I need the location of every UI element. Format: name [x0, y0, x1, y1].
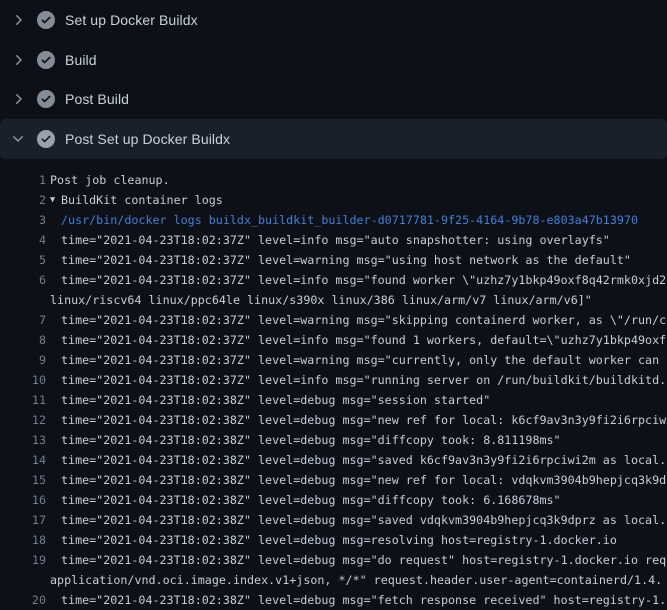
log-line-number[interactable]: 10 — [0, 370, 46, 390]
log-line[interactable]: 15 time="2021-04-23T18:02:38Z" level=deb… — [0, 470, 667, 490]
log-line-text: linux/riscv64 linux/ppc64le linux/s390x … — [50, 290, 592, 310]
step-title: Post Set up Docker Buildx — [65, 131, 230, 147]
check-circle-icon — [37, 130, 55, 148]
log-line-text: Post job cleanup. — [50, 170, 170, 190]
log-line-number[interactable]: 12 — [0, 410, 46, 430]
log-panel: 1 Post job cleanup. 2 ▼ BuildKit contain… — [0, 159, 667, 610]
log-line-text: BuildKit container logs — [61, 190, 223, 210]
log-line[interactable]: 17 time="2021-04-23T18:02:38Z" level=deb… — [0, 510, 667, 530]
log-line-number[interactable]: 11 — [0, 390, 46, 410]
log-line[interactable]: 8 time="2021-04-23T18:02:37Z" level=info… — [0, 330, 667, 350]
log-line-number[interactable]: 9 — [0, 350, 46, 370]
step-row-post-build[interactable]: Post Build — [0, 79, 667, 119]
log-line-number[interactable]: 1 — [0, 170, 46, 190]
log-line[interactable]: 1 Post job cleanup. — [0, 170, 667, 190]
step-row-build[interactable]: Build — [0, 40, 667, 80]
log-line[interactable]: 11 time="2021-04-23T18:02:38Z" level=deb… — [0, 390, 667, 410]
steps-list: Set up Docker Buildx Build Post Build Po… — [0, 0, 667, 159]
log-line[interactable]: 7 time="2021-04-23T18:02:37Z" level=warn… — [0, 310, 667, 330]
log-line[interactable]: 19 time="2021-04-23T18:02:38Z" level=deb… — [0, 550, 667, 570]
log-group-toggle-icon[interactable]: ▼ — [50, 190, 61, 210]
log-line[interactable]: 4 time="2021-04-23T18:02:37Z" level=info… — [0, 230, 667, 250]
log-line-text: time="2021-04-23T18:02:38Z" level=debug … — [61, 470, 666, 490]
step-row-set-up-docker-buildx[interactable]: Set up Docker Buildx — [0, 0, 667, 40]
log-line-text: /usr/bin/docker logs buildx_buildkit_bui… — [61, 210, 638, 230]
log-line-number[interactable]: 18 — [0, 530, 46, 550]
log-line-text: time="2021-04-23T18:02:38Z" level=debug … — [61, 390, 490, 410]
log-line-number[interactable]: 19 — [0, 550, 46, 570]
log-line[interactable]: 13 time="2021-04-23T18:02:38Z" level=deb… — [0, 430, 667, 450]
log-line[interactable]: application/vnd.oci.image.index.v1+json,… — [0, 570, 667, 590]
log-line[interactable]: 5 time="2021-04-23T18:02:37Z" level=warn… — [0, 250, 667, 270]
log-line-number[interactable] — [0, 290, 46, 310]
log-line-text: time="2021-04-23T18:02:38Z" level=debug … — [61, 490, 561, 510]
log-line-number[interactable]: 16 — [0, 490, 46, 510]
log-line[interactable]: 6 time="2021-04-23T18:02:37Z" level=info… — [0, 270, 667, 290]
log-line[interactable]: 18 time="2021-04-23T18:02:38Z" level=deb… — [0, 530, 667, 550]
log-line-text: time="2021-04-23T18:02:38Z" level=debug … — [61, 410, 666, 430]
log-line-text: time="2021-04-23T18:02:37Z" level=info m… — [61, 330, 666, 350]
log-line[interactable]: 9 time="2021-04-23T18:02:37Z" level=warn… — [0, 350, 667, 370]
check-circle-icon — [37, 51, 55, 69]
log-line[interactable]: 3 /usr/bin/docker logs buildx_buildkit_b… — [0, 210, 667, 230]
log-line[interactable]: 14 time="2021-04-23T18:02:38Z" level=deb… — [0, 450, 667, 470]
log-line-number[interactable]: 7 — [0, 310, 46, 330]
log-line-number[interactable]: 17 — [0, 510, 46, 530]
chevron-right-icon — [10, 12, 26, 28]
log-line-text: time="2021-04-23T18:02:37Z" level=info m… — [61, 230, 610, 250]
log-line-number[interactable]: 3 — [0, 210, 46, 230]
log-line-number[interactable]: 14 — [0, 450, 46, 470]
step-title: Set up Docker Buildx — [65, 12, 198, 28]
log-line[interactable]: linux/riscv64 linux/ppc64le linux/s390x … — [0, 290, 667, 310]
log-line[interactable]: 10 time="2021-04-23T18:02:37Z" level=inf… — [0, 370, 667, 390]
log-line-text: time="2021-04-23T18:02:37Z" level=warnin… — [61, 310, 667, 330]
log-line-text: time="2021-04-23T18:02:37Z" level=warnin… — [61, 250, 631, 270]
step-title: Build — [65, 52, 97, 68]
log-line-text: time="2021-04-23T18:02:37Z" level=info m… — [61, 370, 666, 390]
log-line[interactable]: 2 ▼ BuildKit container logs — [0, 190, 667, 210]
chevron-right-icon — [10, 91, 26, 107]
log-line-text: time="2021-04-23T18:02:38Z" level=debug … — [61, 430, 561, 450]
log-line-number[interactable]: 2 — [0, 190, 46, 210]
log-line-number[interactable]: 13 — [0, 430, 46, 450]
log-line-number[interactable] — [0, 570, 46, 590]
log-line-text: application/vnd.oci.image.index.v1+json,… — [50, 570, 662, 590]
chevron-right-icon — [10, 52, 26, 68]
log-line-number[interactable]: 8 — [0, 330, 46, 350]
log-line-number[interactable]: 5 — [0, 250, 46, 270]
log-line-number[interactable]: 6 — [0, 270, 46, 290]
step-row-post-set-up-docker-buildx[interactable]: Post Set up Docker Buildx — [0, 119, 667, 159]
log-line-text: time="2021-04-23T18:02:38Z" level=debug … — [61, 510, 666, 530]
log-line-text: time="2021-04-23T18:02:38Z" level=debug … — [61, 550, 666, 570]
log-line[interactable]: 16 time="2021-04-23T18:02:38Z" level=deb… — [0, 490, 667, 510]
log-line-text: time="2021-04-23T18:02:37Z" level=warnin… — [61, 350, 659, 370]
log-line-number[interactable]: 4 — [0, 230, 46, 250]
chevron-down-icon — [10, 131, 26, 147]
check-circle-icon — [37, 11, 55, 29]
log-line-text: time="2021-04-23T18:02:38Z" level=debug … — [61, 450, 666, 470]
log-line-number[interactable]: 15 — [0, 470, 46, 490]
log-line[interactable]: 12 time="2021-04-23T18:02:38Z" level=deb… — [0, 410, 667, 430]
log-line-text: time="2021-04-23T18:02:37Z" level=info m… — [61, 270, 666, 290]
log-line-text: time="2021-04-23T18:02:38Z" level=debug … — [61, 530, 617, 550]
check-circle-icon — [37, 90, 55, 108]
step-title: Post Build — [65, 91, 129, 107]
